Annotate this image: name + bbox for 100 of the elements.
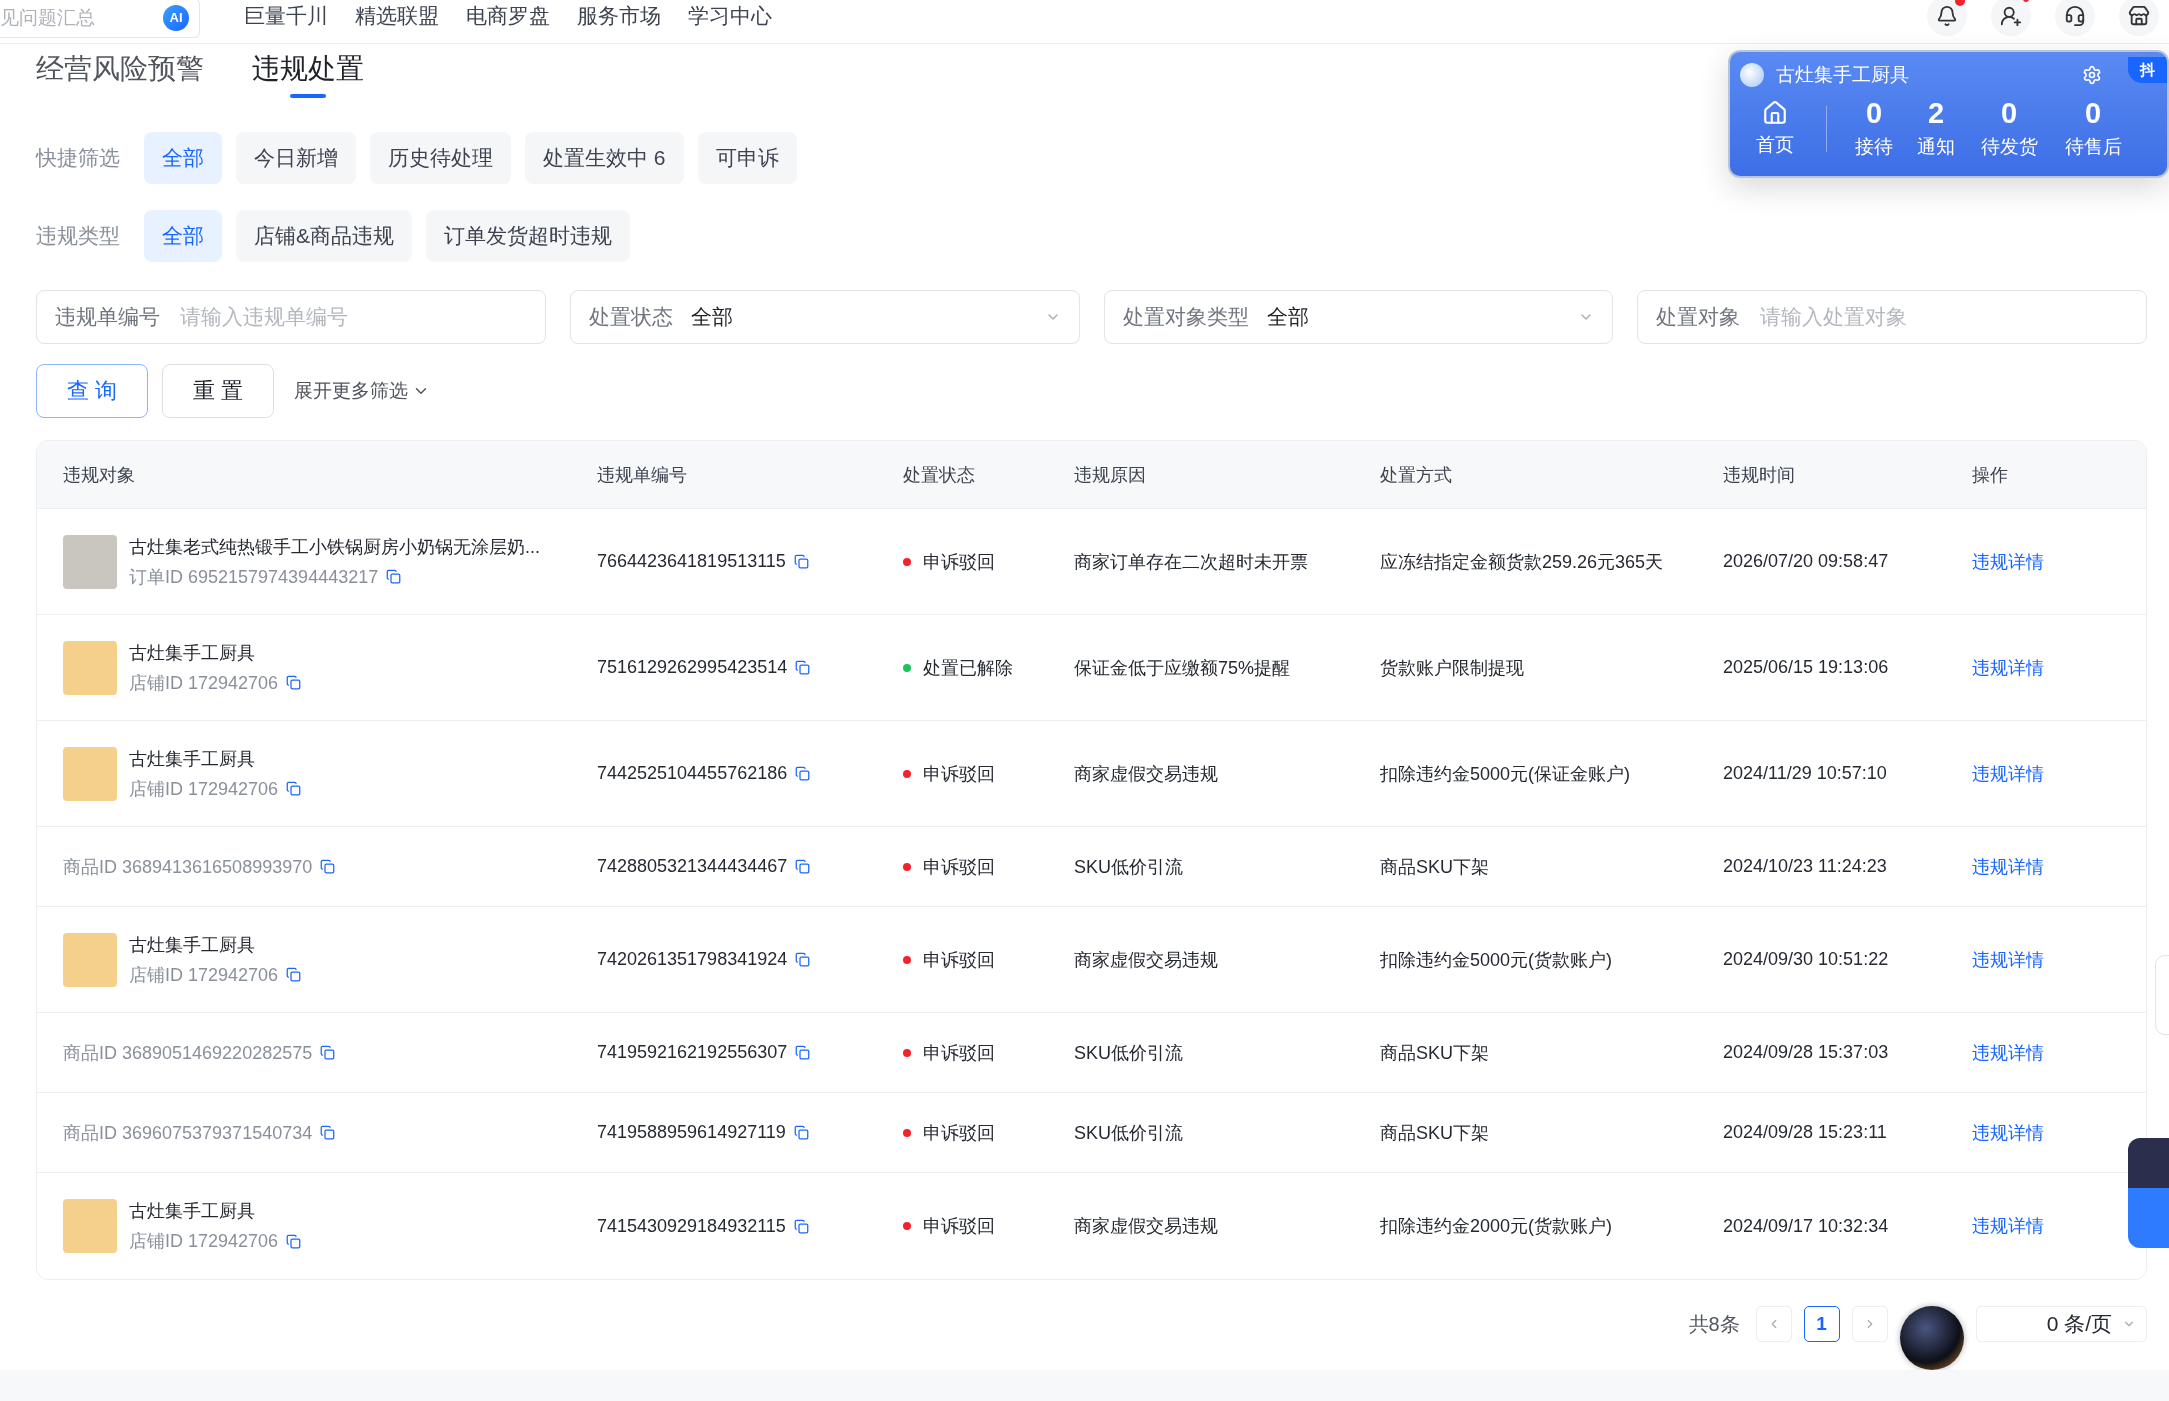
select-value: 全部 <box>690 304 734 330</box>
store-button[interactable] <box>2119 0 2159 36</box>
details-link[interactable]: 违规详情 <box>1972 761 2044 786</box>
target-title: 古灶集手工厨具 <box>129 933 256 957</box>
stat-item[interactable]: 0 待发货 <box>1967 98 2051 160</box>
method-cell-text: 扣除违约金5000元(保证金账户) <box>1380 762 1632 786</box>
photo-placeholder <box>63 534 117 589</box>
violation-number: 7419592162192556307 <box>597 1042 788 1063</box>
reason-cell-text: 保证金低于应缴额75%提醒 <box>1074 656 1292 680</box>
status-text: 申诉驳回 <box>923 948 995 972</box>
copy-icon[interactable] <box>795 660 811 675</box>
shop-name: 古灶集手工厨具 <box>1776 63 1909 87</box>
bell-icon <box>1936 4 1958 27</box>
details-link[interactable]: 违规详情 <box>1972 1040 2044 1065</box>
account-button[interactable] <box>1991 0 2031 36</box>
brand-tab[interactable]: 抖 <box>2128 57 2167 83</box>
side-handle[interactable] <box>2155 955 2169 1035</box>
copy-icon[interactable] <box>795 1045 811 1060</box>
select-field[interactable]: 处置对象类型 全部 <box>1103 290 1614 344</box>
status-text: 申诉驳回 <box>923 1121 995 1145</box>
tab[interactable]: 违规处置 <box>252 50 364 98</box>
field-label: 处置对象类型 <box>1122 304 1249 330</box>
notification-button[interactable] <box>1927 0 1967 36</box>
copy-icon[interactable] <box>795 859 811 874</box>
stat-item[interactable]: 0 接待 <box>1843 98 1905 160</box>
stat-item[interactable]: 0 待售后 <box>2051 98 2135 160</box>
reason-cell-text: 商家虚假交易违规 <box>1074 762 1219 786</box>
filter-chip[interactable]: 今日新增 <box>236 132 356 184</box>
query-button[interactable]: 查 询 <box>36 364 148 418</box>
nav-link[interactable]: 巨量千川 <box>244 1 328 30</box>
reset-button[interactable]: 重 置 <box>162 364 274 418</box>
reason-cell-text: 商家虚假交易违规 <box>1074 1215 1219 1238</box>
copy-icon[interactable] <box>793 554 809 569</box>
filter-field[interactable]: 违规单编号 请输入违规单编号 <box>36 290 546 344</box>
status-text: 申诉驳回 <box>923 550 995 574</box>
details-link[interactable]: 违规详情 <box>1972 1214 2044 1238</box>
copy-icon[interactable] <box>286 675 302 690</box>
copy-icon[interactable] <box>320 859 336 874</box>
copy-icon[interactable] <box>286 1233 302 1249</box>
headset-button[interactable] <box>2055 0 2095 36</box>
reason-cell-text: SKU低价引流 <box>1074 855 1184 879</box>
page-button[interactable]: 1 <box>1803 1306 1840 1342</box>
filter-field[interactable]: 处置对象 请输入处置对象 <box>1637 290 2147 344</box>
time-cell-text: 2024/11/29 10:57:10 <box>1723 763 1888 784</box>
method-cell-text: 商品SKU下架 <box>1380 1121 1490 1145</box>
copy-icon[interactable] <box>793 1218 809 1234</box>
filter-chip[interactable]: 处置生效中 6 <box>525 132 684 184</box>
expand-filters-button[interactable]: 展开更多筛选 <box>288 377 436 405</box>
nav-link[interactable]: 学习中心 <box>688 1 772 30</box>
details-link[interactable]: 违规详情 <box>1972 1120 2044 1145</box>
method-cell-text: 应冻结指定金额货款259.26元365天 <box>1380 550 1665 574</box>
column-header: 违规时间 <box>1723 463 1796 487</box>
filter-chip[interactable]: 订单发货超时违规 <box>426 210 630 262</box>
copy-icon[interactable] <box>795 952 811 967</box>
page-size-select[interactable]: 0 条/页 <box>1975 1306 2147 1342</box>
violation-number: 7516129262995423514 <box>597 657 788 678</box>
copy-icon[interactable] <box>286 967 302 982</box>
copy-icon[interactable] <box>793 1125 809 1140</box>
nav-link[interactable]: 精选联盟 <box>355 1 439 30</box>
stat-item[interactable]: 2 通知 <box>1905 98 1967 160</box>
floating-orb-button[interactable] <box>1899 1306 1964 1370</box>
filter-chip[interactable]: 店铺&商品违规 <box>236 210 412 262</box>
method-cell-text: 货款账户限制提现 <box>1380 656 1525 680</box>
filter-chip[interactable]: 历史待处理 <box>370 132 511 184</box>
nav-link[interactable]: 服务市场 <box>577 1 661 30</box>
target-id: 店铺ID 172942706 <box>129 777 279 801</box>
filter-chip[interactable]: 全部 <box>144 210 222 262</box>
reason-cell-text: 商家订单存在二次超时未开票 <box>1074 550 1309 574</box>
filter-chip[interactable]: 全部 <box>144 132 222 184</box>
method-cell-text: 扣除违约金2000元(货款账户) <box>1380 1215 1614 1238</box>
ai-badge[interactable]: AI <box>163 4 189 31</box>
status-text: 申诉驳回 <box>923 762 995 786</box>
details-link[interactable]: 违规详情 <box>1972 549 2044 574</box>
select-value: 全部 <box>1266 304 1310 330</box>
settings-icon[interactable] <box>2082 65 2102 85</box>
column-header: 操作 <box>1972 463 2009 487</box>
details-link[interactable]: 违规详情 <box>1972 655 2044 680</box>
target-id: 店铺ID 172942706 <box>129 671 279 695</box>
reason-cell-text: 商家虚假交易违规 <box>1074 948 1219 972</box>
status-text: 处置已解除 <box>923 656 1013 680</box>
copy-icon[interactable] <box>286 781 302 796</box>
violation-number: 7420261351798341924 <box>597 949 788 970</box>
target-id: 店铺ID 172942706 <box>129 963 279 987</box>
copy-icon[interactable] <box>795 766 811 781</box>
status-text: 申诉驳回 <box>923 855 995 879</box>
headset-icon <box>2064 4 2086 27</box>
copy-icon[interactable] <box>320 1045 336 1060</box>
product-id: 商品ID 3689051469220282575 <box>63 1041 313 1065</box>
home-button[interactable]: 首页 <box>1740 100 1810 158</box>
details-link[interactable]: 违规详情 <box>1972 854 2044 879</box>
time-cell-text: 2024/09/17 10:32:34 <box>1723 1215 1890 1237</box>
field-label: 处置状态 <box>588 304 673 330</box>
select-field[interactable]: 处置状态 全部 <box>569 290 1080 344</box>
nav-link[interactable]: 电商罗盘 <box>466 1 550 30</box>
shop-logo-placeholder <box>63 932 117 987</box>
tab[interactable]: 经营风险预警 <box>36 50 204 98</box>
details-link[interactable]: 违规详情 <box>1972 947 2044 972</box>
copy-icon[interactable] <box>386 569 402 584</box>
filter-chip[interactable]: 可申诉 <box>697 132 797 184</box>
copy-icon[interactable] <box>320 1125 336 1140</box>
